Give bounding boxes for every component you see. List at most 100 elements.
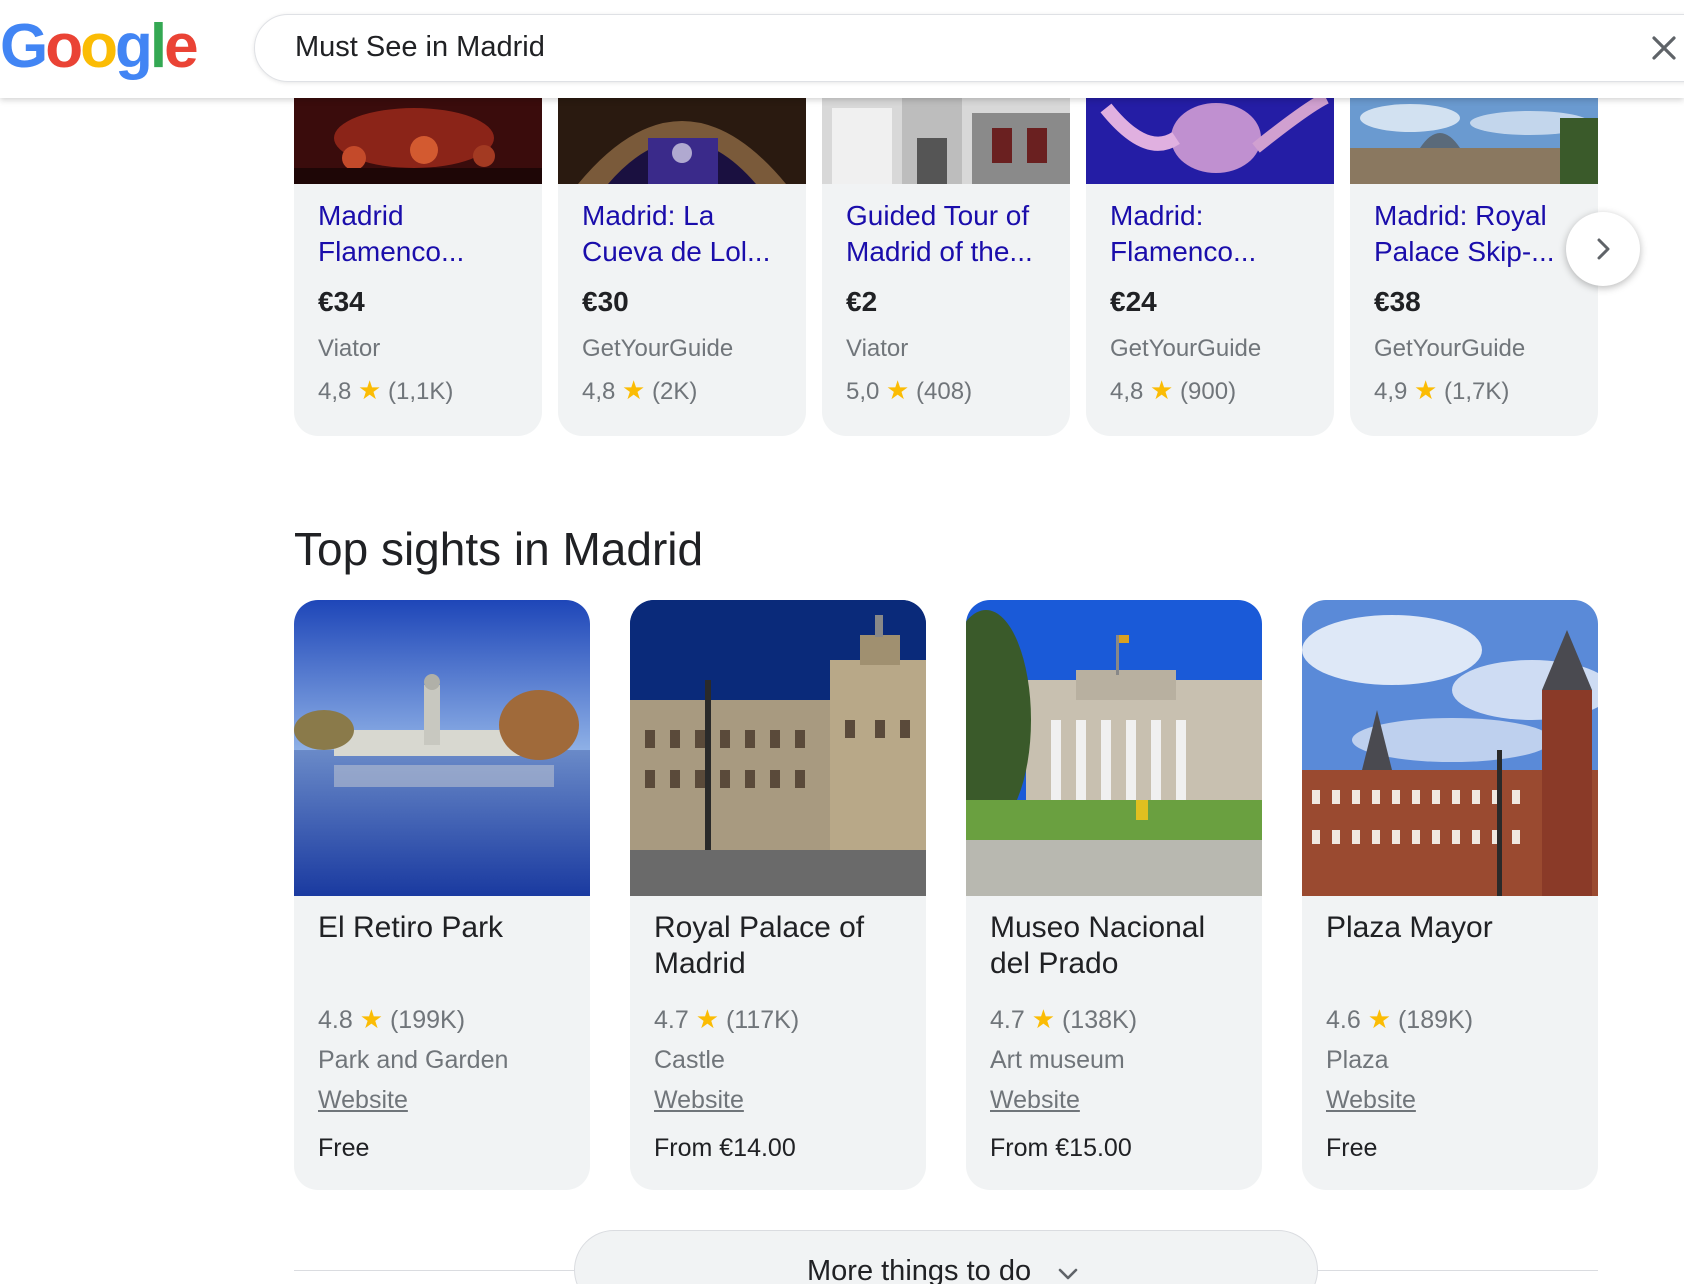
tour-card[interactable]: Madrid: Flamenco... €24 GetYourGuide 4,8… xyxy=(1086,98,1334,436)
logo-letter: g xyxy=(114,12,153,81)
tour-rating: 4,9 ★ (1,7K) xyxy=(1374,375,1509,406)
tour-price: €2 xyxy=(846,286,878,317)
rating-value: 4,9 xyxy=(1374,378,1408,405)
star-icon: ★ xyxy=(359,1004,384,1034)
sight-price: From €15.00 xyxy=(990,1134,1132,1162)
chevron-right-icon xyxy=(1597,238,1610,260)
review-count: (189K) xyxy=(1397,1006,1474,1034)
website-link[interactable]: Website xyxy=(318,1086,408,1115)
rating-value: 4.6 xyxy=(1326,1006,1361,1034)
review-count: (2K) xyxy=(652,378,698,405)
review-count: (199K) xyxy=(389,1006,466,1034)
google-logo[interactable]: Google xyxy=(0,12,199,81)
sight-card[interactable]: Royal Palace of Madrid 4.7 ★ (117K) Cast… xyxy=(630,600,926,1190)
star-icon: ★ xyxy=(886,375,910,405)
website-link[interactable]: Website xyxy=(1326,1086,1416,1115)
tour-source: Viator xyxy=(318,335,381,362)
star-icon: ★ xyxy=(695,1004,720,1034)
carousel-next-button[interactable] xyxy=(1566,212,1640,286)
tour-source: Viator xyxy=(846,335,909,362)
chevron-down-icon xyxy=(1058,1268,1078,1280)
star-icon: ★ xyxy=(1031,1004,1056,1034)
tour-price: €34 xyxy=(318,286,365,317)
rating-value: 4.7 xyxy=(654,1006,689,1034)
sight-name[interactable]: El Retiro Park xyxy=(318,910,578,946)
tour-title[interactable]: Madrid: Flamenco... xyxy=(1110,198,1320,270)
sight-name[interactable]: Museo Nacional del Prado xyxy=(990,910,1250,982)
search-input[interactable]: Must See in Madrid xyxy=(254,14,1684,82)
sight-price: Free xyxy=(1326,1134,1378,1162)
tours-carousel: Madrid Flamenco... €34 Viator 4,8 ★ (1,1… xyxy=(294,98,1614,438)
rating-value: 4.7 xyxy=(990,1006,1025,1034)
tour-rating: 5,0 ★ (408) xyxy=(846,375,972,406)
tour-title[interactable]: Madrid: La Cueva de Lol... xyxy=(582,198,792,270)
website-link[interactable]: Website xyxy=(990,1086,1080,1115)
tour-card[interactable]: Guided Tour of Madrid of the... €2 Viato… xyxy=(822,98,1070,436)
tour-card[interactable]: Madrid: Royal Palace Skip-... €38 GetYou… xyxy=(1350,98,1598,436)
review-count: (1,7K) xyxy=(1444,378,1510,405)
review-count: (117K) xyxy=(725,1006,800,1034)
tour-rating: 4,8 ★ (900) xyxy=(1110,375,1236,406)
sight-image xyxy=(630,600,926,896)
search-header: Google Must See in Madrid xyxy=(0,0,1684,98)
tour-rating: 4,8 ★ (2K) xyxy=(582,375,697,406)
tour-card[interactable]: Madrid Flamenco... €34 Viator 4,8 ★ (1,1… xyxy=(294,98,542,436)
sight-card[interactable]: El Retiro Park 4.8 ★ (199K) Park and Gar… xyxy=(294,600,590,1190)
tour-title[interactable]: Madrid: Royal Palace Skip-... xyxy=(1374,198,1584,270)
more-button-label: More things to do xyxy=(807,1255,1032,1284)
rating-value: 4,8 xyxy=(1110,378,1144,405)
star-icon: ★ xyxy=(1414,375,1438,405)
tour-title[interactable]: Guided Tour of Madrid of the... xyxy=(846,198,1056,270)
sight-name[interactable]: Royal Palace of Madrid xyxy=(654,910,914,982)
sight-category: Park and Garden xyxy=(318,1046,509,1074)
sight-category: Art museum xyxy=(990,1046,1125,1074)
sight-price: Free xyxy=(318,1134,370,1162)
clear-search-button[interactable] xyxy=(1646,30,1682,66)
sight-image xyxy=(966,600,1262,896)
tour-card[interactable]: Madrid: La Cueva de Lol... €30 GetYourGu… xyxy=(558,98,806,436)
logo-letter: l xyxy=(149,12,167,81)
sight-image xyxy=(1302,600,1598,896)
star-icon: ★ xyxy=(358,375,382,405)
tour-image xyxy=(1350,98,1598,184)
sight-card[interactable]: Museo Nacional del Prado 4.7 ★ (138K) Ar… xyxy=(966,600,1262,1190)
rating-value: 4,8 xyxy=(582,378,616,405)
rating-value: 4.8 xyxy=(318,1006,353,1034)
tour-price: €30 xyxy=(582,286,629,317)
tour-rating: 4,8 ★ (1,1K) xyxy=(318,375,453,406)
tour-image xyxy=(1086,98,1334,184)
sight-category: Castle xyxy=(654,1046,725,1074)
sight-rating: 4.7 ★ (117K) xyxy=(654,1004,799,1035)
tour-source: GetYourGuide xyxy=(582,335,734,362)
sight-category: Plaza xyxy=(1326,1046,1389,1074)
search-query-text[interactable]: Must See in Madrid xyxy=(295,31,545,64)
review-count: (408) xyxy=(916,378,973,405)
review-count: (138K) xyxy=(1061,1006,1138,1034)
star-icon: ★ xyxy=(1150,375,1174,405)
review-count: (1,1K) xyxy=(388,378,454,405)
sight-rating: 4.6 ★ (189K) xyxy=(1326,1004,1473,1035)
more-things-to-do-button[interactable]: More things to do xyxy=(574,1230,1318,1284)
close-icon xyxy=(1652,36,1676,60)
tour-title[interactable]: Madrid Flamenco... xyxy=(318,198,528,270)
tour-source: GetYourGuide xyxy=(1110,335,1262,362)
tour-image xyxy=(294,98,542,184)
star-icon: ★ xyxy=(1367,1004,1392,1034)
sight-rating: 4.8 ★ (199K) xyxy=(318,1004,465,1035)
logo-letter: G xyxy=(0,12,48,81)
tour-price: €24 xyxy=(1110,286,1157,317)
star-icon: ★ xyxy=(622,375,646,405)
rating-value: 4,8 xyxy=(318,378,352,405)
sight-rating: 4.7 ★ (138K) xyxy=(990,1004,1137,1035)
sight-price: From €14.00 xyxy=(654,1134,796,1162)
sight-image xyxy=(294,600,590,896)
website-link[interactable]: Website xyxy=(654,1086,744,1115)
section-title: Top sights in Madrid xyxy=(294,523,704,575)
sight-name[interactable]: Plaza Mayor xyxy=(1326,910,1586,946)
review-count: (900) xyxy=(1180,378,1237,405)
sight-card[interactable]: Plaza Mayor 4.6 ★ (189K) Plaza Website F… xyxy=(1302,600,1598,1190)
rating-value: 5,0 xyxy=(846,378,880,405)
tour-image xyxy=(822,98,1070,184)
logo-letter: e xyxy=(164,12,199,81)
tour-source: GetYourGuide xyxy=(1374,335,1526,362)
